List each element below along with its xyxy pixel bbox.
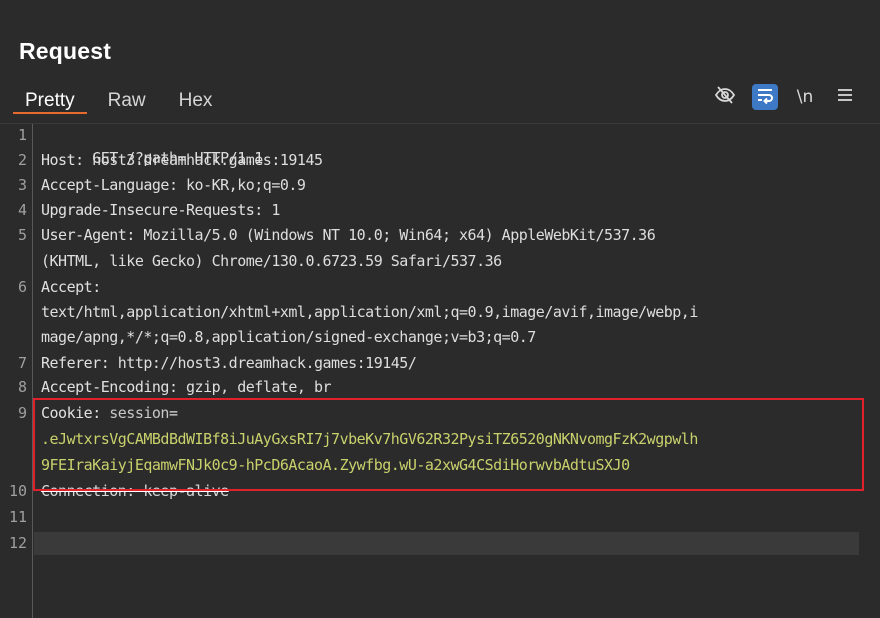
header-name: Referer [41,354,101,372]
line-number: 7 [17,354,27,372]
tab-raw[interactable]: Raw [96,86,158,114]
hide-nonprintable-button[interactable] [712,84,738,110]
menu-button[interactable] [832,84,858,110]
code-line-accept-language: Accept-Language: ko-KR,ko;q=0.9 [41,174,306,197]
header-value-wrap: mage/apng,*/*;q=0.8,application/signed-e… [41,328,536,346]
header-value: : gzip, deflate, br [168,378,332,396]
code-line-accept-encoding: Accept-Encoding: gzip, deflate, br [41,376,332,399]
code-line-referer: Referer: http://host3.dreamhack.games:19… [41,352,417,375]
code-line-upgrade-insecure: Upgrade-Insecure-Requests: 1 [41,199,280,222]
editor-toolbar: \n [698,81,858,113]
line-number: 12 [8,534,27,552]
header-name: Host [41,151,76,169]
header-value: : http://host3.dreamhack.games:19145/ [100,354,417,372]
panel-top-strip [0,0,880,35]
tab-hex[interactable]: Hex [167,86,225,114]
code-line-accept: Accept: [41,276,101,299]
header-name: Cookie [41,404,93,422]
line-number: 9 [17,404,27,422]
line-number: 5 [17,226,27,244]
line-number: 4 [17,201,27,219]
wrap-lines-button[interactable] [752,84,778,110]
panel-title: Request [19,38,112,64]
line-number: 10 [8,482,27,500]
wrap-text-icon [755,85,775,110]
view-tabs: Pretty Raw Hex [13,86,224,118]
current-line-highlight[interactable] [34,532,859,555]
show-newlines-button[interactable]: \n [792,84,818,110]
line-number: 3 [17,176,27,194]
cookie-key: session [109,404,169,422]
code-line-user-agent-cont: (KHTML, like Gecko) Chrome/130.0.6723.59… [41,250,502,273]
header-name: Accept-Language [41,176,169,194]
cookie-equals: = [168,404,178,422]
menu-icon [835,85,855,110]
line-number: 2 [17,151,27,169]
line-number: 1 [17,126,27,144]
cookie-value: 9FEIraKaiyjEqamwFNJk0c9-hPcD6AcaoA.Zywfb… [41,456,630,474]
header-value: : 1 [254,201,280,219]
request-editor[interactable]: 1 2 3 4 5 6 7 8 9 10 11 12 GET /?path= H… [0,123,880,618]
line-number: 6 [17,278,27,296]
header-name: Upgrade-Insecure-Requests [41,201,255,219]
code-line-host: Host: host3.dreamhack.games:19145 [41,149,323,172]
connection-header: Connection: keep-alive [41,482,229,500]
header-separator: : [92,404,110,422]
code-line-cookie: Cookie: session= [41,402,178,425]
code-line-cookie-cont2: 9FEIraKaiyjEqamwFNJk0c9-hPcD6AcaoA.Zywfb… [41,454,630,477]
header-value: : [92,278,101,296]
newline-icon: \n [796,87,814,107]
code-line-user-agent: User-Agent: Mozilla/5.0 (Windows NT 10.0… [41,224,656,247]
header-name: Accept [41,278,93,296]
header-value-wrap: text/html,application/xhtml+xml,applicat… [41,303,698,321]
code-line-accept-cont2: mage/apng,*/*;q=0.8,application/signed-e… [41,326,536,349]
code-line-accept-cont1: text/html,application/xhtml+xml,applicat… [41,301,698,324]
header-value-wrap: (KHTML, like Gecko) Chrome/130.0.6723.59… [41,252,502,270]
line-number: 8 [17,378,27,396]
header-value: : ko-KR,ko;q=0.9 [168,176,306,194]
header-name: Accept-Encoding [41,378,169,396]
header-value: : Mozilla/5.0 (Windows NT 10.0; Win64; x… [126,226,656,244]
request-panel: Request Pretty Raw Hex \n 1 2 3 4 5 6 7 … [0,0,880,618]
header-name: User-Agent [41,226,127,244]
cookie-value: .eJwtxrsVgCAMBdBdWIBf8iJuAyGxsRI7j7vbeKv… [41,430,698,448]
code-line-connection: Connection: keep-alive [41,480,229,503]
header-value: : host3.dreamhack.games:19145 [75,151,323,169]
code-line-cookie-cont1: .eJwtxrsVgCAMBdBdWIBf8iJuAyGxsRI7j7vbeKv… [41,428,698,451]
eye-off-icon [714,84,736,111]
line-number: 11 [8,508,27,526]
tab-pretty[interactable]: Pretty [13,86,87,114]
